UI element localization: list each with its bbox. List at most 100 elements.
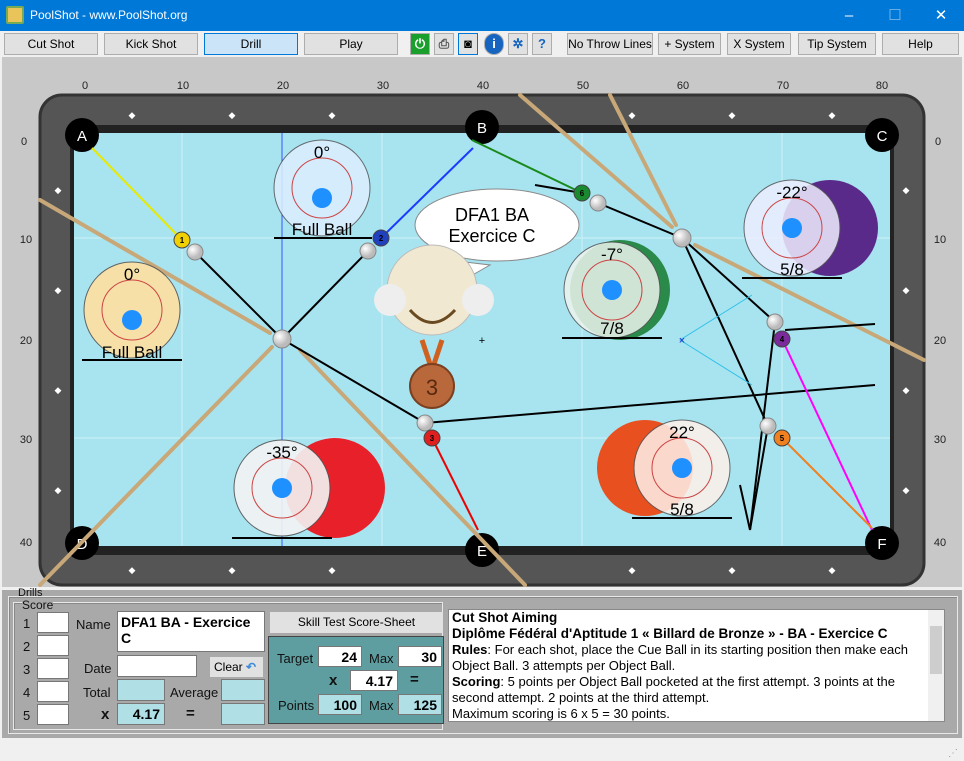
- svg-text:◆: ◆: [829, 565, 836, 575]
- row-label: 4: [23, 685, 31, 700]
- aim-fraction: Full Ball: [292, 220, 352, 239]
- average-field: [221, 679, 265, 701]
- max-scoring-text: Maximum scoring is 6 x 5 = 30 points.: [452, 706, 670, 721]
- aim-fraction: 5/8: [780, 260, 804, 279]
- target-field[interactable]: 24: [318, 646, 362, 667]
- svg-text:+: +: [479, 335, 485, 347]
- no-throw-lines-button[interactable]: No Throw Lines: [567, 33, 653, 55]
- x-system-button[interactable]: X System: [727, 33, 791, 55]
- printer-icon[interactable]: ⎙: [434, 33, 454, 55]
- pocket-label-f: F: [877, 536, 886, 553]
- average-label: Average: [170, 685, 219, 700]
- y-tick-right: 40: [934, 537, 946, 549]
- name-input[interactable]: DFA1 BA - Exercice C: [117, 611, 265, 652]
- svg-text:◆: ◆: [903, 285, 910, 295]
- y-tick-left: 40: [20, 537, 32, 549]
- score-input-4[interactable]: [37, 681, 69, 702]
- rules-text: : For each shot, place the Cue Ball in i…: [452, 642, 908, 673]
- x-tick: 10: [177, 80, 189, 92]
- y-tick-left: 10: [20, 234, 32, 246]
- svg-text:◆: ◆: [55, 185, 62, 195]
- row-label: 3: [23, 662, 31, 677]
- tip-system-button[interactable]: Tip System: [798, 33, 876, 55]
- kick-shot-button[interactable]: Kick Shot: [104, 33, 198, 55]
- row-label: 2: [23, 639, 31, 654]
- equals-sign: =: [410, 671, 419, 688]
- scoring-label: Scoring: [452, 674, 501, 689]
- svg-text:◆: ◆: [329, 565, 336, 575]
- rules-label: Rules: [452, 642, 488, 657]
- pool-table[interactable]: 0 10 20 30 40 50 60 70 80 0 10 20 30 40 …: [2, 57, 962, 587]
- help-button[interactable]: Help: [882, 33, 959, 55]
- score-input-2[interactable]: [37, 635, 69, 656]
- y-tick-right: 10: [934, 234, 946, 246]
- max-field[interactable]: 30: [398, 646, 442, 667]
- plus-system-button[interactable]: + System: [658, 33, 721, 55]
- aim-angle: -35°: [266, 443, 297, 462]
- row-label: 1: [23, 616, 31, 631]
- aim-angle: 0°: [124, 265, 140, 284]
- skill-test-score-sheet-button[interactable]: Skill Test Score-Sheet: [270, 612, 443, 633]
- svg-text:◆: ◆: [329, 110, 336, 120]
- y-tick-left: 30: [20, 434, 32, 446]
- app-icon: [6, 6, 24, 24]
- x-tick: 80: [876, 80, 888, 92]
- y-tick-left: 0: [21, 136, 27, 148]
- svg-text:◆: ◆: [903, 485, 910, 495]
- ball-4: 4: [780, 335, 785, 344]
- title-bar: PoolShot - www.PoolShot.org – ☐ ✕: [0, 0, 964, 31]
- svg-text:◆: ◆: [129, 110, 136, 120]
- aim-angle: -22°: [776, 183, 807, 202]
- multiply-sign: x: [101, 706, 110, 723]
- mult-field[interactable]: 4.17: [350, 670, 398, 691]
- date-input[interactable]: [117, 655, 197, 677]
- camera-icon[interactable]: ◙: [458, 33, 478, 55]
- points-label: Points: [278, 698, 315, 713]
- status-bar: ⋰: [2, 738, 962, 759]
- x-tick: 50: [577, 80, 589, 92]
- description-subtitle: Diplôme Fédéral d'Aptitude 1 « Billard d…: [452, 626, 888, 641]
- clear-button[interactable]: Clear ↶: [210, 657, 263, 677]
- aim-diagram: [743, 179, 878, 277]
- x-tick: 70: [777, 80, 789, 92]
- svg-text:◆: ◆: [829, 110, 836, 120]
- svg-text:◆: ◆: [55, 285, 62, 295]
- svg-text:◆: ◆: [129, 565, 136, 575]
- power-icon[interactable]: ⏻: [410, 33, 430, 55]
- maximize-button[interactable]: ☐: [872, 0, 918, 31]
- svg-text:◆: ◆: [229, 565, 236, 575]
- y-tick-left: 20: [20, 335, 32, 347]
- close-button[interactable]: ✕: [918, 0, 964, 31]
- svg-text:◆: ◆: [55, 485, 62, 495]
- svg-text:◆: ◆: [903, 185, 910, 195]
- score-input-1[interactable]: [37, 612, 69, 633]
- settings-icon[interactable]: ✲: [508, 33, 528, 55]
- resize-grip-icon[interactable]: ⋰: [948, 748, 958, 759]
- total-field: [117, 679, 165, 701]
- ball-3: 3: [430, 434, 435, 443]
- points-max-field: 125: [398, 694, 442, 715]
- toolbar: Cut Shot Kick Shot Drill Play ⏻ ⎙ ◙ i ✲ …: [0, 31, 964, 57]
- aim-angle: 0°: [314, 143, 330, 162]
- aim-fraction: 5/8: [670, 500, 694, 519]
- play-button[interactable]: Play: [304, 33, 398, 55]
- info-icon[interactable]: i: [484, 33, 504, 55]
- help-document-icon[interactable]: ?: [532, 33, 552, 55]
- cut-shot-button[interactable]: Cut Shot: [4, 33, 98, 55]
- window-title: PoolShot - www.PoolShot.org: [30, 8, 188, 22]
- score-input-5[interactable]: [37, 704, 69, 725]
- ball-5: 5: [780, 434, 785, 443]
- ball-6: 6: [580, 189, 585, 198]
- date-label: Date: [84, 661, 112, 676]
- svg-text:◆: ◆: [903, 385, 910, 395]
- svg-text:◆: ◆: [729, 110, 736, 120]
- drill-description[interactable]: Cut Shot Aiming Diplôme Fédéral d'Aptitu…: [448, 609, 945, 722]
- svg-text:◆: ◆: [629, 110, 636, 120]
- score-input-3[interactable]: [37, 658, 69, 679]
- drill-button[interactable]: Drill: [204, 33, 298, 55]
- x-tick: 60: [677, 80, 689, 92]
- minimize-button[interactable]: –: [826, 0, 872, 31]
- description-scrollbar[interactable]: [928, 610, 944, 721]
- table-area[interactable]: 0 10 20 30 40 50 60 70 80 0 10 20 30 40 …: [2, 57, 962, 587]
- description-title: Cut Shot Aiming: [452, 610, 558, 625]
